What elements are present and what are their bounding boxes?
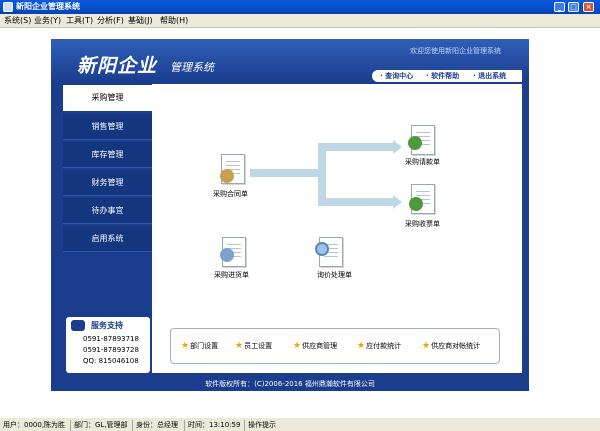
status-time: 时间：13:10:59 bbox=[184, 420, 240, 431]
star-icon: ★ bbox=[235, 341, 244, 351]
link-exit-system[interactable]: · 退出系统 bbox=[473, 71, 506, 81]
logo-title: 新阳企业 bbox=[77, 55, 158, 77]
minimize-button[interactable]: _ bbox=[554, 2, 565, 12]
star-icon: ★ bbox=[293, 341, 302, 351]
support-qq: QQ: 815046108 bbox=[83, 357, 139, 365]
status-hint: 操作提示 bbox=[244, 420, 276, 431]
arrowhead-upper-icon bbox=[393, 140, 402, 154]
magnifier-badge-icon bbox=[315, 242, 329, 256]
status-bar: 用户：0000,陈为胜 部门：GL,管理部 身份：总经理 时间：13:10:59… bbox=[0, 417, 600, 431]
shortcut-payables-stats[interactable]: ★应付款统计 bbox=[357, 341, 401, 351]
support-phone-2: 0591-87893728 bbox=[83, 346, 139, 354]
sidebar-nav: 采购管理 销售管理 库存管理 财务管理 待办事宜 启用系统 bbox=[63, 85, 152, 260]
sidebar-item-inventory[interactable]: 库存管理 bbox=[63, 142, 152, 168]
shortcut-label: 供应商对帐统计 bbox=[431, 342, 481, 350]
link-software-help[interactable]: · 软件帮助 bbox=[426, 71, 459, 81]
shortcut-employee-settings[interactable]: ★员工设置 bbox=[235, 341, 272, 351]
menu-basics[interactable]: 基础(J) bbox=[128, 16, 153, 26]
sidebar-item-sales[interactable]: 销售管理 bbox=[63, 114, 152, 140]
shortcut-label: 供应商管理 bbox=[302, 342, 338, 350]
shortcut-label: 员工设置 bbox=[244, 342, 273, 350]
copyright-footer: 软件版权所有：(C)2006-2016 福州鼎瀚软件有限公司 bbox=[51, 377, 529, 391]
money-badge-icon bbox=[408, 136, 422, 150]
star-icon: ★ bbox=[422, 341, 431, 351]
menu-business[interactable]: 业务(Y) bbox=[34, 16, 61, 26]
logo-subtitle: 管理系统 bbox=[170, 61, 214, 74]
close-button[interactable]: × bbox=[583, 2, 594, 12]
star-icon: ★ bbox=[181, 341, 190, 351]
menu-system[interactable]: 系统(S) bbox=[4, 16, 31, 26]
flow-arrow-branch bbox=[318, 143, 326, 205]
label-receiving[interactable]: 采购进货单 bbox=[214, 270, 249, 280]
arrowhead-lower-icon bbox=[393, 195, 402, 209]
shortcut-bar: ★部门设置 ★员工设置 ★供应商管理 ★应付款统计 ★供应商对帐统计 bbox=[170, 328, 500, 364]
label-inquiry[interactable]: 询价处理单 bbox=[317, 270, 352, 280]
cylinder-badge-icon bbox=[220, 248, 234, 262]
support-phone-1: 0591-87893718 bbox=[83, 335, 139, 343]
money-badge-icon bbox=[409, 197, 423, 211]
app-icon bbox=[3, 2, 13, 12]
sidebar-item-enable-system[interactable]: 启用系统 bbox=[63, 226, 152, 252]
payment-request-doc-icon[interactable] bbox=[408, 125, 435, 155]
contract-doc-icon[interactable] bbox=[220, 154, 245, 184]
label-invoice[interactable]: 采购收票单 bbox=[405, 219, 440, 229]
menu-analysis[interactable]: 分析(F) bbox=[97, 16, 124, 26]
status-user: 用户：0000,陈为胜 bbox=[3, 421, 66, 429]
support-panel: 服务支持 0591-87893718 0591-87893728 QQ: 815… bbox=[66, 317, 150, 373]
title-bar: 新阳企业管理系统 _ □ × bbox=[0, 0, 600, 14]
shortcut-label: 部门设置 bbox=[190, 342, 219, 350]
phone-icon bbox=[71, 320, 85, 331]
label-contract[interactable]: 采购合同单 bbox=[213, 189, 248, 199]
menu-bar: 系统(S) 业务(Y) 工具(T) 分析(F) 基础(J) 帮助(H) bbox=[0, 14, 600, 28]
sidebar-item-todo[interactable]: 待办事宜 bbox=[63, 198, 152, 224]
support-title: 服务支持 bbox=[91, 321, 123, 330]
shortcut-supplier-management[interactable]: ★供应商管理 bbox=[293, 341, 337, 351]
link-query-center[interactable]: · 查询中心 bbox=[380, 71, 413, 81]
status-department: 部门：GL,管理部 bbox=[70, 420, 128, 431]
menu-help[interactable]: 帮助(H) bbox=[160, 16, 188, 26]
sidebar-item-finance[interactable]: 财务管理 bbox=[63, 170, 152, 196]
welcome-text: 欢迎您使用新阳企业管理系统 bbox=[410, 47, 501, 55]
sidebar-filler bbox=[63, 260, 152, 317]
status-role: 身份：总经理 bbox=[132, 420, 178, 431]
star-icon: ★ bbox=[357, 341, 366, 351]
top-links: · 查询中心 · 软件帮助 · 退出系统 bbox=[372, 70, 522, 82]
shortcut-label: 应付款统计 bbox=[366, 342, 402, 350]
flow-arrow-lower bbox=[318, 198, 396, 206]
maximize-button[interactable]: □ bbox=[568, 2, 579, 12]
flow-arrow-upper bbox=[318, 143, 396, 151]
inquiry-doc-icon[interactable] bbox=[315, 237, 343, 267]
shortcut-supplier-reconciliation[interactable]: ★供应商对帐统计 bbox=[422, 341, 480, 351]
receiving-doc-icon[interactable] bbox=[220, 237, 246, 267]
pencil-badge-icon bbox=[220, 169, 234, 183]
label-payment-request[interactable]: 采购请款单 bbox=[405, 157, 440, 167]
window-title: 新阳企业管理系统 bbox=[16, 2, 80, 11]
menu-tools[interactable]: 工具(T) bbox=[66, 16, 93, 26]
shortcut-department-settings[interactable]: ★部门设置 bbox=[181, 341, 218, 351]
invoice-doc-icon[interactable] bbox=[409, 184, 435, 214]
flow-arrow-main bbox=[250, 169, 322, 177]
sidebar-item-purchase[interactable]: 采购管理 bbox=[63, 85, 152, 111]
